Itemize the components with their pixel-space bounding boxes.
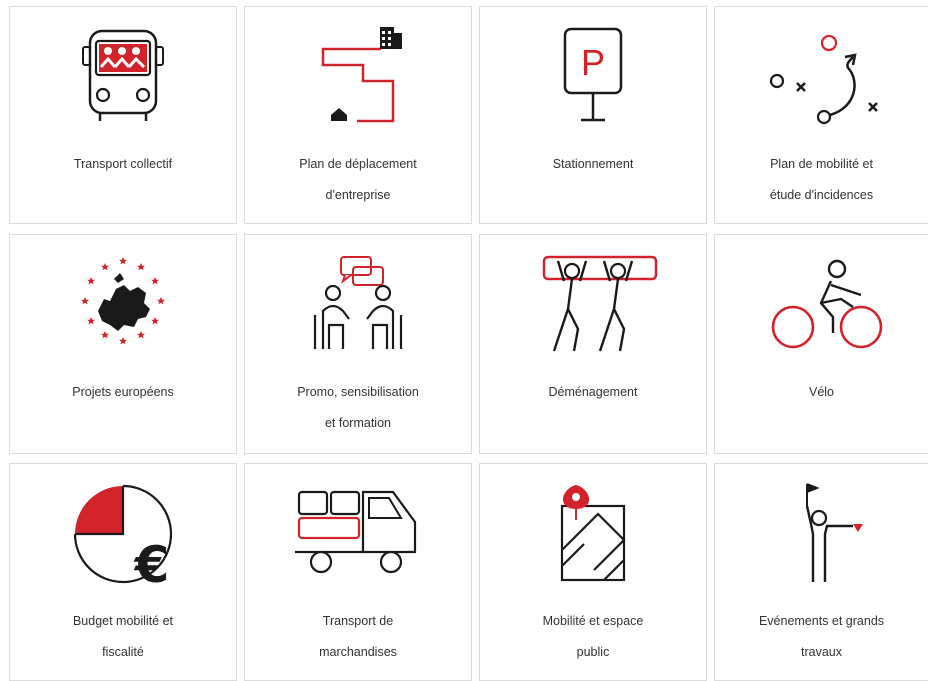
tile-promo-sensibilisation[interactable]: Promo, sensibilisation et formation — [244, 234, 472, 454]
bus-icon — [10, 21, 236, 131]
movers-icon — [480, 249, 706, 359]
meeting-discussion-icon — [245, 249, 471, 359]
eu-map-icon — [10, 249, 236, 359]
tile-label: Transport collectif — [73, 157, 173, 171]
commute-route-icon — [245, 21, 471, 131]
tile-plan-de-mobilite[interactable]: Plan de mobilité et étude d'incidences — [714, 6, 928, 224]
tile-label: Projets européens — [72, 385, 174, 399]
mobility-strategy-icon — [715, 21, 928, 131]
delivery-truck-icon — [245, 478, 471, 588]
tile-evenements-grands-travaux[interactable]: Evénements et grands travaux — [714, 463, 928, 681]
tile-label: Evénements et grands travaux — [758, 614, 885, 659]
tile-label: Mobilité et espace public — [542, 614, 644, 659]
svg-text:€: € — [134, 536, 170, 594]
tile-label: Budget mobilité et fiscalité — [72, 614, 174, 659]
tile-label: Déménagement — [548, 385, 638, 399]
cyclist-icon — [715, 249, 928, 359]
tile-budget-mobilite[interactable]: € Budget mobilité et fiscalité — [9, 463, 237, 681]
tile-label: Promo, sensibilisation et formation — [297, 385, 419, 430]
map-pin-icon — [480, 478, 706, 588]
tile-transport-marchandises[interactable]: Transport de marchandises — [244, 463, 472, 681]
tile-label: Plan de mobilité et étude d'incidences — [769, 157, 874, 202]
tile-velo[interactable]: Vélo — [714, 234, 928, 454]
tile-stationnement[interactable]: P Stationnement — [479, 6, 707, 224]
flag-person-icon — [715, 478, 928, 588]
services-grid: Transport collectif Plan de déplacement d… — [0, 0, 928, 681]
tile-mobilite-espace-public[interactable]: Mobilité et espace public — [479, 463, 707, 681]
tile-label: Stationnement — [552, 157, 634, 171]
svg-text:P: P — [581, 42, 605, 83]
tile-plan-de-deplacement[interactable]: Plan de déplacement d'entreprise — [244, 6, 472, 224]
tile-transport-collectif[interactable]: Transport collectif — [9, 6, 237, 224]
tile-label: Transport de marchandises — [319, 614, 397, 659]
tile-label: Vélo — [808, 385, 835, 399]
tile-label: Plan de déplacement d'entreprise — [299, 157, 417, 202]
budget-euro-icon: € — [10, 478, 236, 594]
parking-sign-icon: P — [480, 21, 706, 131]
tile-demenagement[interactable]: Déménagement — [479, 234, 707, 454]
tile-projets-europeens[interactable]: Projets européens — [9, 234, 237, 454]
